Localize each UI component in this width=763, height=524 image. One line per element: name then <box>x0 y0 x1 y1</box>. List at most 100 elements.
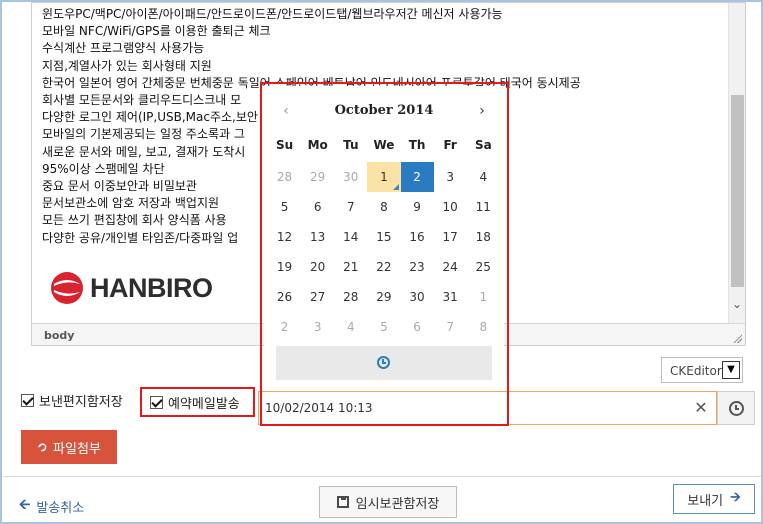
weekday-label: Tu <box>343 138 359 152</box>
editor-mode-value: CKEditor <box>670 364 722 378</box>
calendar-day[interactable]: 6 <box>301 192 334 222</box>
calendar-day[interactable]: 19 <box>268 252 301 282</box>
calendar-day-selected[interactable]: 2 <box>400 162 434 192</box>
calendar-day[interactable]: 3 <box>301 312 334 342</box>
scroll-down-icon[interactable]: ⌄ <box>732 297 742 311</box>
calendar-day[interactable]: 11 <box>467 192 500 222</box>
send-button[interactable]: 보내기 🡪 <box>673 484 755 514</box>
calendar-day[interactable]: 14 <box>334 222 367 252</box>
calendar-day[interactable]: 15 <box>367 222 400 252</box>
weekday-label: Su <box>275 138 294 152</box>
save-sent-checkbox[interactable] <box>21 393 34 407</box>
calendar-day[interactable]: 1 <box>467 282 500 312</box>
calendar-day[interactable]: 16 <box>401 222 434 252</box>
calendar-day[interactable]: 7 <box>434 312 467 342</box>
cancel-send-button[interactable]: 🡨 발송취소 <box>19 494 84 518</box>
calendar-day[interactable]: 23 <box>401 252 434 282</box>
save-sent-label: 보낸편지함저장 <box>39 394 123 410</box>
calendar-day[interactable]: 20 <box>301 252 334 282</box>
calendar-day[interactable]: 29 <box>301 162 334 192</box>
calendar-day[interactable]: 28 <box>268 162 301 192</box>
cancel-send-label: 발송취소 <box>36 500 85 516</box>
calendar-week: 28 29 30 1 2 3 4 <box>268 162 500 192</box>
clear-icon[interactable]: ✕ <box>692 398 710 418</box>
previous-month-button[interactable]: ‹ <box>276 103 296 119</box>
calendar-day[interactable]: 30 <box>401 282 434 312</box>
calendar-day[interactable]: 3 <box>434 162 467 192</box>
calendar-week: 26 27 28 29 30 31 1 <box>268 282 500 312</box>
next-month-button[interactable]: › <box>472 103 492 119</box>
compose-window: 윈도우PC/맥PC/아이폰/아이패드/안드로이드폰/안드로이드탭/웹브라우저간 … <box>0 0 763 524</box>
calendar-day[interactable]: 29 <box>367 282 400 312</box>
calendar-day[interactable]: 10 <box>434 192 467 222</box>
calendar-day[interactable]: 2 <box>268 312 301 342</box>
calendar-week: 5 6 7 8 9 10 11 <box>268 192 500 222</box>
editor-text-line: 수식계산 프로그램양식 사용가능 <box>42 41 205 56</box>
calendar-day[interactable]: 5 <box>268 192 301 222</box>
calendar-day[interactable]: 31 <box>434 282 467 312</box>
scrollbar-thumb[interactable] <box>731 95 744 287</box>
save-draft-button[interactable]: 임시보관함저장 <box>319 486 457 518</box>
month-title[interactable]: October 2014 <box>304 103 464 118</box>
calendar-day[interactable]: 17 <box>434 222 467 252</box>
weekday-label: Mo <box>307 138 328 152</box>
weekday-label: Sa <box>474 138 492 152</box>
save-draft-label: 임시보관함저장 <box>355 496 440 512</box>
resize-grip-icon[interactable] <box>733 334 742 343</box>
calendar-day-today[interactable]: 1 <box>367 162 401 192</box>
attach-file-label: 파일첨부 <box>53 441 101 457</box>
calendar-day[interactable]: 28 <box>334 282 367 312</box>
clock-icon <box>377 356 390 369</box>
weekday-label: Fr <box>443 138 457 152</box>
calendar-week: 12 13 14 15 16 17 18 <box>268 222 500 252</box>
time-picker-toggle[interactable] <box>276 346 492 380</box>
datepicker-popup: ‹ October 2014 › Su Mo Tu We Th Fr Sa 28 29 30 1 2… <box>264 86 504 386</box>
schedule-option-highlight: 예약메일발송 <box>140 387 255 417</box>
weekday-label: Th <box>408 138 426 152</box>
editor-text-line: 지점,계열사가 있는 회사형태 지원 <box>42 58 212 73</box>
paperclip-icon: ➲ <box>33 437 52 457</box>
schedule-send-checkbox[interactable] <box>150 395 163 409</box>
editor-text-line: 모바일 NFC/WiFi/GPS를 이용한 출퇴근 체크 <box>42 24 271 39</box>
calendar-day[interactable]: 8 <box>467 312 500 342</box>
calendar-day[interactable]: 7 <box>334 192 367 222</box>
editor-mode-select[interactable]: CKEditor ▼ <box>661 357 743 383</box>
arrow-left-icon: 🡨 <box>19 497 31 513</box>
calendar-day[interactable]: 5 <box>367 312 400 342</box>
send-label: 보내기 <box>687 493 724 509</box>
logo-wordmark: HANBIRO <box>90 272 213 303</box>
editor-text-line: 윈도우PC/맥PC/아이폰/아이패드/안드로이드폰/안드로이드탭/웹브라우저간 … <box>42 7 503 21</box>
editor-scrollbar[interactable]: ⌄ <box>728 3 745 323</box>
hanbiro-logo-mark-icon <box>51 272 83 304</box>
calendar-day[interactable]: 30 <box>334 162 367 192</box>
element-path-label[interactable]: body <box>44 329 74 342</box>
datetime-picker-button[interactable] <box>717 391 755 425</box>
save-sent-option[interactable]: 보낸편지함저장 <box>21 390 123 410</box>
calendar-day[interactable]: 18 <box>467 222 500 252</box>
clock-icon <box>729 401 744 416</box>
calendar-day[interactable]: 13 <box>301 222 334 252</box>
calendar-day[interactable]: 4 <box>334 312 367 342</box>
calendar-day[interactable]: 4 <box>467 162 500 192</box>
calendar-day[interactable]: 27 <box>301 282 334 312</box>
hanbiro-logo: HANBIRO <box>50 267 213 309</box>
calendar-day[interactable]: 12 <box>268 222 301 252</box>
calendar-day[interactable]: 26 <box>268 282 301 312</box>
calendar-day[interactable]: 8 <box>367 192 400 222</box>
calendar-day[interactable]: 21 <box>334 252 367 282</box>
schedule-send-label: 예약메일발송 <box>168 396 240 412</box>
schedule-send-option[interactable]: 예약메일발송 <box>150 392 240 412</box>
calendar-grid: 28 29 30 1 2 3 4 5 6 7 8 9 10 11 12 13 14 15 16 17 18 19 20 21 2… <box>268 162 500 342</box>
calendar-day[interactable]: 25 <box>467 252 500 282</box>
weekday-header: Su Mo Tu We Th Fr Sa <box>268 138 500 152</box>
calendar-week: 2345678 <box>268 312 500 342</box>
weekday-label: We <box>373 138 395 152</box>
calendar-day[interactable]: 24 <box>434 252 467 282</box>
chevron-down-icon[interactable]: ▼ <box>722 361 740 379</box>
calendar-day[interactable]: 9 <box>401 192 434 222</box>
attach-file-button[interactable]: ➲ 파일첨부 <box>21 430 117 464</box>
calendar-week: 19 20 21 22 23 24 25 <box>268 252 500 282</box>
calendar-day[interactable]: 22 <box>367 252 400 282</box>
calendar-day[interactable]: 6 <box>401 312 434 342</box>
arrow-right-icon: 🡪 <box>730 490 741 505</box>
